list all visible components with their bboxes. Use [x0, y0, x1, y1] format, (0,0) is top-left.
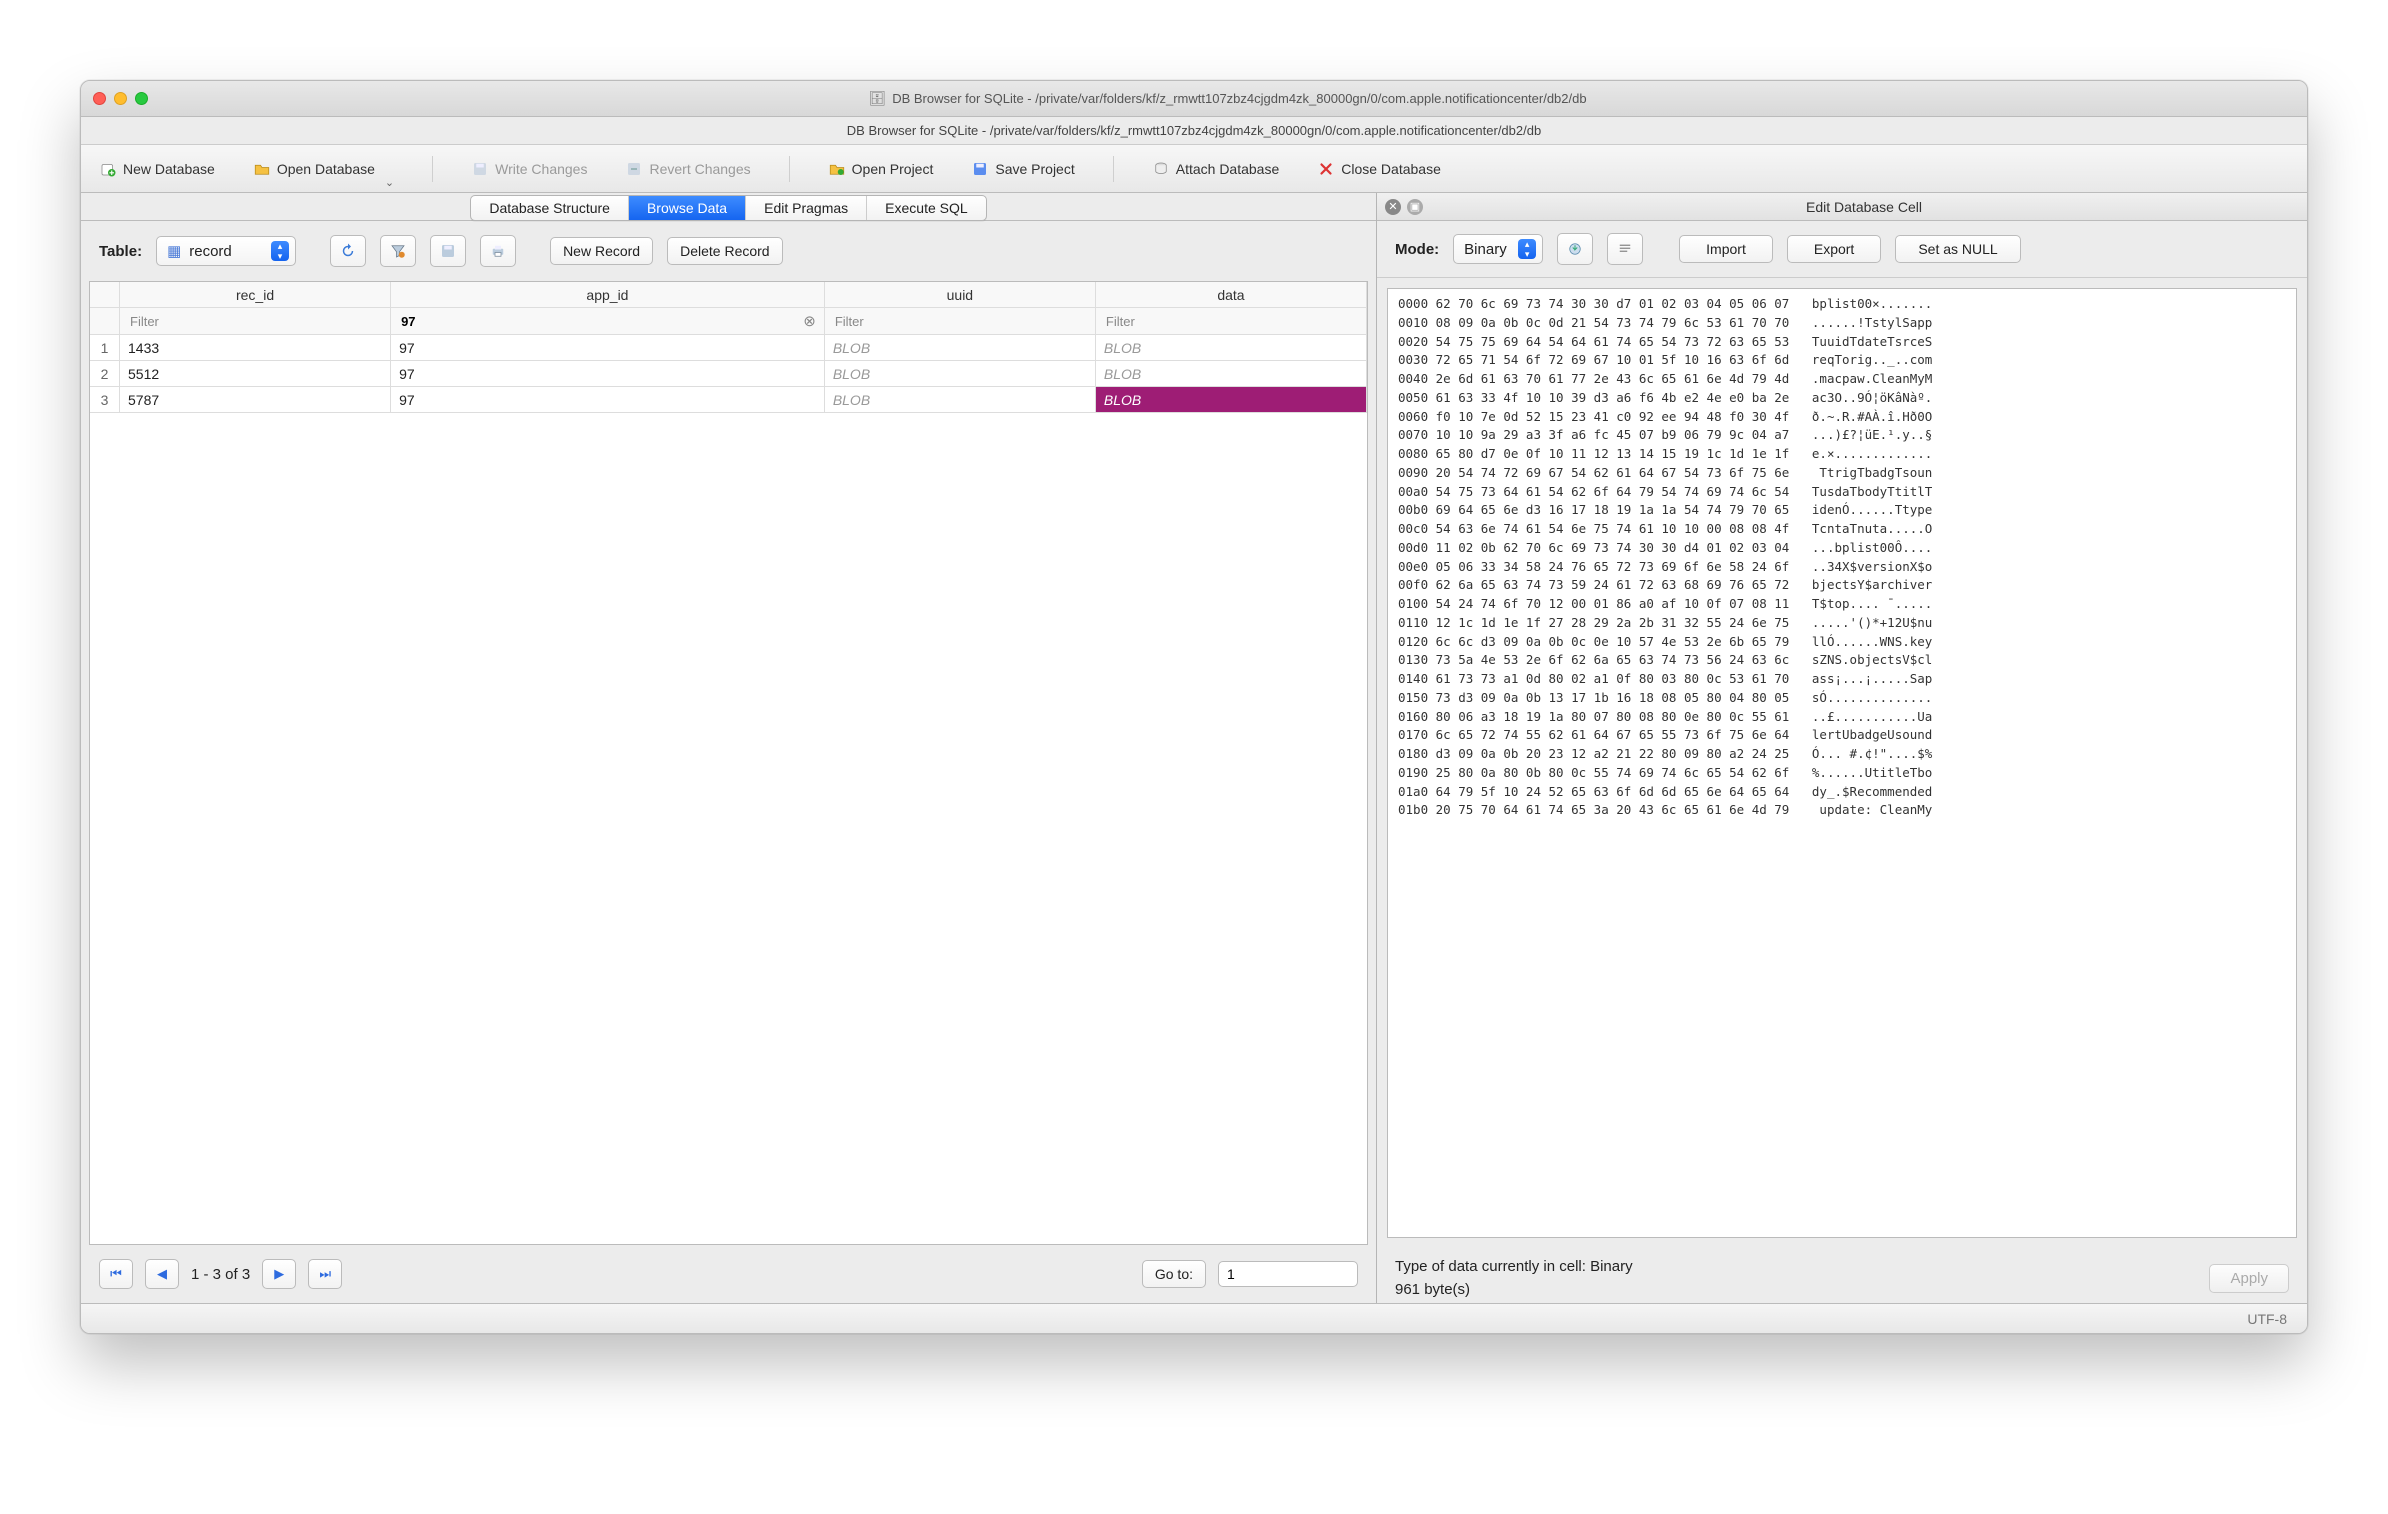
chevron-updown-icon: ▴▾ — [1518, 239, 1536, 259]
minimize-window-button[interactable] — [114, 92, 127, 105]
pager: ⏮ ◀ 1 - 3 of 3 ▶ ⏭ Go to: — [81, 1245, 1376, 1303]
attach-database-button[interactable]: Attach Database — [1152, 160, 1280, 178]
filter-uuid[interactable] — [833, 313, 1087, 330]
tab-execute-sql[interactable]: Execute SQL — [867, 196, 986, 220]
col-rec-id[interactable]: rec_id — [120, 282, 391, 308]
table-row[interactable]: 2 5512 97 BLOB BLOB — [90, 361, 1367, 387]
next-page-button[interactable]: ▶ — [262, 1259, 296, 1289]
import-button[interactable]: Import — [1679, 235, 1773, 263]
delete-record-button[interactable]: Delete Record — [667, 237, 783, 265]
encoding-indicator[interactable]: UTF-8 — [2247, 1311, 2287, 1327]
traffic-lights — [93, 92, 148, 105]
browse-pane: Database Structure Browse Data Edit Prag… — [81, 193, 1377, 1303]
statusbar: UTF-8 — [81, 1303, 2307, 1333]
table-selector[interactable]: ▦ record ▴▾ — [156, 236, 296, 266]
col-app-id[interactable]: app_id — [391, 282, 825, 308]
last-page-button[interactable]: ⏭ — [308, 1259, 342, 1289]
cell-editor-titlebar: ✕ ▣ Edit Database Cell — [1377, 193, 2307, 221]
set-null-button[interactable]: Set as NULL — [1895, 235, 2020, 263]
clear-filter-icon[interactable]: ⊗ — [803, 312, 816, 330]
save-project-button[interactable]: Save Project — [971, 160, 1074, 178]
tab-edit-pragmas[interactable]: Edit Pragmas — [746, 196, 867, 220]
save-table-button[interactable] — [430, 235, 466, 267]
selected-cell: BLOB — [1096, 387, 1367, 413]
main-toolbar: New Database Open Database ⌄ Write Chang… — [81, 145, 2307, 193]
refresh-button[interactable] — [330, 235, 366, 267]
open-database-button[interactable]: Open Database — [253, 160, 375, 178]
export-blob-button[interactable] — [1557, 233, 1593, 265]
col-data[interactable]: data — [1096, 282, 1367, 308]
text-format-button[interactable] — [1607, 233, 1643, 265]
write-changes-button: Write Changes — [471, 160, 587, 178]
cell-editor-pane: ✕ ▣ Edit Database Cell Mode: Binary ▴▾ I… — [1377, 193, 2307, 1303]
goto-label: Go to: — [1142, 1260, 1206, 1288]
open-database-dropdown[interactable]: ⌄ — [385, 176, 394, 192]
mode-label: Mode: — [1395, 241, 1439, 258]
export-button[interactable]: Export — [1787, 235, 1881, 263]
open-project-button[interactable]: Open Project — [828, 160, 934, 178]
browse-toolbar: Table: ▦ record ▴▾ — [81, 221, 1376, 281]
apply-button: Apply — [2209, 1264, 2289, 1293]
data-table: rec_id app_id uuid data ⊗ 1 1433 97 BLO — [89, 281, 1368, 1245]
print-button[interactable] — [480, 235, 516, 267]
record-range: 1 - 3 of 3 — [191, 1266, 250, 1283]
table-icon: ▦ — [167, 242, 181, 260]
close-database-button[interactable]: Close Database — [1317, 160, 1441, 178]
window-subtitle: DB Browser for SQLite - /private/var/fol… — [81, 117, 2307, 145]
cell-type-line: Type of data currently in cell: Binary — [1395, 1258, 2289, 1275]
row-number-header — [90, 282, 120, 308]
table-filters: ⊗ — [90, 308, 1367, 335]
chevron-updown-icon: ▴▾ — [271, 241, 289, 261]
table-row[interactable]: 1 1433 97 BLOB BLOB — [90, 335, 1367, 361]
goto-input[interactable] — [1218, 1261, 1358, 1287]
main-tabs: Database Structure Browse Data Edit Prag… — [81, 193, 1376, 221]
clear-filters-button[interactable] — [380, 235, 416, 267]
tab-browse-data[interactable]: Browse Data — [629, 196, 746, 220]
table-header: rec_id app_id uuid data — [90, 282, 1367, 308]
database-icon: 🗄 — [868, 90, 886, 107]
close-window-button[interactable] — [93, 92, 106, 105]
new-database-button[interactable]: New Database — [99, 160, 215, 178]
first-page-button[interactable]: ⏮ — [99, 1259, 133, 1289]
app-window: 🗄 DB Browser for SQLite - /private/var/f… — [80, 80, 2308, 1334]
table-label: Table: — [99, 243, 142, 260]
titlebar: 🗄 DB Browser for SQLite - /private/var/f… — [81, 81, 2307, 117]
detach-panel-icon[interactable]: ▣ — [1407, 199, 1423, 215]
filter-app-id[interactable] — [399, 313, 803, 330]
zoom-window-button[interactable] — [135, 92, 148, 105]
tab-database-structure[interactable]: Database Structure — [471, 196, 629, 220]
mode-selector[interactable]: Binary ▴▾ — [1453, 234, 1543, 264]
hex-view[interactable]: 0000 62 70 6c 69 73 74 30 30 d7 01 02 03… — [1387, 288, 2297, 1238]
col-uuid[interactable]: uuid — [825, 282, 1096, 308]
cell-editor-toolbar: Mode: Binary ▴▾ Import Export Set as NUL… — [1377, 221, 2307, 278]
new-record-button[interactable]: New Record — [550, 237, 653, 265]
filter-rec-id[interactable] — [128, 313, 382, 330]
close-panel-icon[interactable]: ✕ — [1385, 199, 1401, 215]
prev-page-button[interactable]: ◀ — [145, 1259, 179, 1289]
window-title: 🗄 DB Browser for SQLite - /private/var/f… — [160, 90, 2295, 107]
filter-data[interactable] — [1104, 313, 1358, 330]
cell-size-line: 961 byte(s) — [1395, 1281, 2289, 1298]
table-row[interactable]: 3 5787 97 BLOB BLOB — [90, 387, 1367, 413]
revert-changes-button: Revert Changes — [625, 160, 750, 178]
cell-editor-status: Type of data currently in cell: Binary 9… — [1377, 1248, 2307, 1303]
